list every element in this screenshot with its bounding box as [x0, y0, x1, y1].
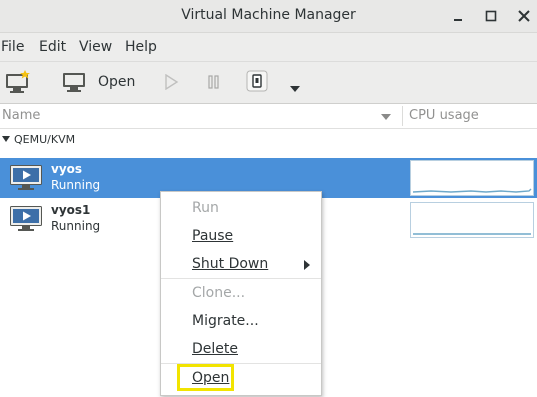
- column-cpu-header[interactable]: CPU usage: [409, 108, 479, 123]
- monitor-icon: [63, 73, 85, 92]
- chevron-down-icon: [290, 86, 300, 92]
- vm-monitor-icon: [10, 206, 42, 231]
- submenu-arrow-icon: [304, 260, 310, 270]
- column-name-header[interactable]: Name: [2, 108, 40, 123]
- menu-separator: [161, 278, 321, 279]
- menu-file[interactable]: File: [1, 39, 24, 55]
- menu-view[interactable]: View: [79, 39, 112, 55]
- menu-item-delete[interactable]: Delete: [192, 341, 238, 357]
- close-icon[interactable]: [514, 6, 534, 26]
- menu-help[interactable]: Help: [125, 39, 157, 55]
- run-button[interactable]: [163, 73, 179, 94]
- minimize-icon[interactable]: [448, 6, 468, 26]
- vm-name: vyos1: [51, 203, 91, 217]
- menu-item-pause[interactable]: Pause: [192, 228, 233, 244]
- menu-item-clone[interactable]: Clone...: [192, 285, 245, 301]
- pause-icon: [208, 75, 219, 89]
- menu-edit[interactable]: Edit: [39, 39, 66, 55]
- new-vm-button[interactable]: [5, 70, 31, 98]
- vm-name: vyos: [51, 162, 83, 176]
- pause-button[interactable]: [206, 74, 222, 94]
- column-separator[interactable]: [402, 106, 403, 126]
- play-icon: [165, 73, 179, 91]
- cpu-usage-graph: [410, 160, 534, 196]
- menu-item-shut-down[interactable]: Shut Down: [192, 256, 268, 272]
- cpu-usage-graph: [410, 202, 534, 238]
- expander-icon[interactable]: [2, 136, 10, 142]
- shutdown-button[interactable]: [246, 70, 268, 96]
- window-titlebar: Virtual Machine Manager: [0, 0, 537, 33]
- open-button[interactable]: [62, 72, 86, 98]
- open-highlight-box: [177, 364, 234, 391]
- shutdown-dropdown[interactable]: [289, 78, 301, 97]
- menu-item-run[interactable]: Run: [192, 200, 219, 216]
- vm-status: Running: [51, 219, 101, 233]
- vm-monitor-icon: [10, 165, 42, 190]
- shutdown-icon: [246, 70, 268, 92]
- column-header: Name CPU usage: [0, 104, 537, 129]
- new-vm-icon: [6, 70, 30, 93]
- open-button-label[interactable]: Open: [98, 74, 135, 90]
- sort-arrow-icon[interactable]: [380, 113, 392, 121]
- connection-label: QEMU/KVM: [14, 133, 76, 146]
- menubar: File Edit View Help: [0, 33, 537, 62]
- maximize-icon[interactable]: [481, 6, 501, 26]
- vm-status: Running: [51, 178, 101, 192]
- menu-item-migrate[interactable]: Migrate...: [192, 313, 259, 329]
- toolbar: Open: [0, 62, 537, 104]
